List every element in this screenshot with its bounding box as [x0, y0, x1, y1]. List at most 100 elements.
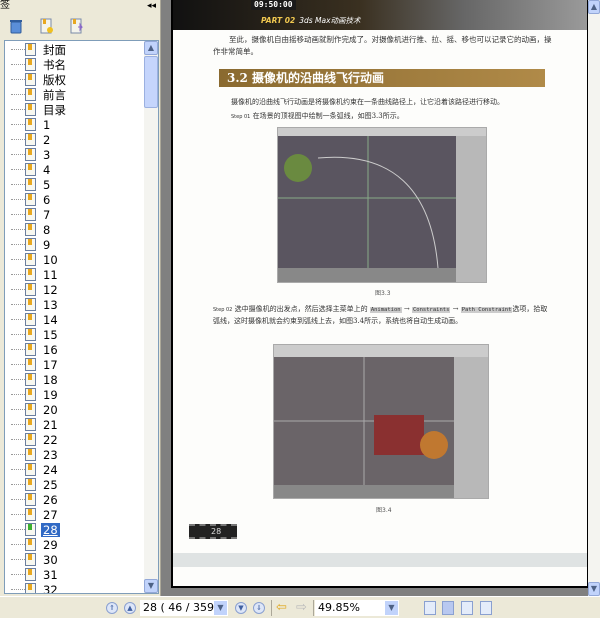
bookmark-item[interactable]: 31: [5, 567, 60, 582]
bookmark-item[interactable]: 14: [5, 312, 60, 327]
bookmark-item[interactable]: 前言: [5, 87, 68, 102]
bookmark-item[interactable]: 9: [5, 237, 52, 252]
thumbnail-view-icon[interactable]: [461, 601, 473, 615]
tree-line: [11, 559, 25, 560]
tree-scrollbar[interactable]: ▲ ▼: [144, 41, 158, 593]
tree-line: [11, 214, 25, 215]
bookmark-item[interactable]: 19: [5, 387, 60, 402]
tree-line: [11, 139, 25, 140]
bookmark-item[interactable]: 22: [5, 432, 60, 447]
paragraph-1: 至此，摄像机自由摇移动画就制作完成了。对摄像机进行推、拉、摇、移也可以记录它的动…: [213, 35, 552, 56]
bookmark-item[interactable]: 目录: [5, 102, 68, 117]
bookmark-item[interactable]: 25: [5, 477, 60, 492]
bookmark-item[interactable]: 30: [5, 552, 60, 567]
page-dropdown-button[interactable]: ▼: [214, 601, 227, 615]
scroll-down-button[interactable]: ▼: [144, 579, 158, 593]
forward-arrow-icon[interactable]: ⇨: [296, 600, 307, 615]
tree-line: [11, 364, 25, 365]
bookmark-item[interactable]: 7: [5, 207, 52, 222]
bookmark-item[interactable]: 8: [5, 222, 52, 237]
bookmark-item[interactable]: 版权: [5, 72, 68, 87]
bookmark-label: 16: [43, 342, 58, 357]
tree-line: [11, 574, 25, 575]
delete-bookmark-icon[interactable]: [8, 18, 24, 34]
tree-line: [11, 169, 25, 170]
collapse-panel-icon[interactable]: ◂◂: [147, 0, 156, 12]
tree-line: [11, 274, 25, 275]
single-page-view-icon[interactable]: [424, 601, 436, 615]
bookmark-item[interactable]: 4: [5, 162, 52, 177]
bookmark-label: 24: [43, 462, 58, 477]
bookmark-label: 31: [43, 567, 58, 582]
tree-line: [11, 199, 25, 200]
bookmark-item[interactable]: 24: [5, 462, 60, 477]
scroll-up-button[interactable]: ▲: [144, 41, 158, 55]
bookmark-item[interactable]: 29: [5, 537, 60, 552]
last-page-button[interactable]: ⇓: [253, 602, 265, 614]
zoom-input[interactable]: 49.85% ▼: [315, 600, 399, 616]
bookmark-item[interactable]: 封面: [5, 42, 68, 57]
tree-line: [11, 154, 25, 155]
bookmark-item[interactable]: 23: [5, 447, 60, 462]
facing-pages-view-icon[interactable]: [480, 601, 492, 615]
bookmark-label: 28: [41, 522, 60, 537]
doc-scroll-up-button[interactable]: ▲: [588, 0, 600, 14]
bookmark-item[interactable]: 2: [5, 132, 52, 147]
keyword-constraints: Constraints: [411, 307, 451, 313]
tree-line: [11, 64, 25, 65]
bookmark-icon: [25, 283, 36, 296]
page-banner: 09:50:00 PART 02 3ds Max动画技术: [173, 0, 587, 30]
bookmark-item[interactable]: 26: [5, 492, 60, 507]
bookmark-item[interactable]: 11: [5, 267, 60, 282]
keyword-animation: Animation: [369, 307, 402, 313]
bookmark-item[interactable]: 17: [5, 357, 60, 372]
banner-time: 09:50:00: [251, 0, 296, 10]
bookmark-icon: [25, 523, 36, 536]
bookmark-item[interactable]: 16: [5, 342, 60, 357]
page-number-input[interactable]: 28 ( 46 / 359 ) ▼: [140, 600, 228, 616]
bookmark-icon: [25, 418, 36, 431]
bookmark-label: 20: [43, 402, 58, 417]
bookmark-item[interactable]: 18: [5, 372, 60, 387]
bookmark-item[interactable]: 10: [5, 252, 60, 267]
doc-scroll-down-button[interactable]: ▼: [588, 582, 600, 596]
bookmark-item[interactable]: 27: [5, 507, 60, 522]
bookmark-item[interactable]: 21: [5, 417, 60, 432]
bookmark-item[interactable]: 5: [5, 177, 52, 192]
bookmark-icon: [25, 298, 36, 311]
back-arrow-icon[interactable]: ⇦: [276, 600, 287, 615]
move-bookmark-icon[interactable]: [68, 18, 84, 34]
document-scrollbar[interactable]: ▲ ▼: [588, 0, 600, 596]
bookmark-item[interactable]: 15: [5, 327, 60, 342]
previous-page-button[interactable]: ▲: [124, 602, 136, 614]
bookmark-icon: [25, 268, 36, 281]
separator: [271, 600, 272, 616]
first-page-button[interactable]: ⇑: [106, 602, 118, 614]
tree-line: [11, 454, 25, 455]
bookmark-item[interactable]: 6: [5, 192, 52, 207]
tree-line: [11, 229, 25, 230]
bookmark-icon: [25, 103, 36, 116]
tree-line: [11, 529, 25, 530]
bookmark-item[interactable]: 32: [5, 582, 60, 594]
zoom-dropdown-button[interactable]: ▼: [385, 601, 398, 615]
bookmarks-panel: 签 ◂◂ 封面 书名 版权 前言 目录 1 2 3 4 5 6 7 8 9 10 11 12 13 14 15 16 17…: [0, 0, 161, 596]
tree-line: [11, 589, 25, 590]
scroll-thumb[interactable]: [144, 56, 158, 108]
bookmark-item[interactable]: 13: [5, 297, 60, 312]
continuous-view-icon[interactable]: [442, 601, 454, 615]
bookmark-item[interactable]: 20: [5, 402, 60, 417]
bookmark-icon: [25, 553, 36, 566]
tree-line: [11, 424, 25, 425]
bookmark-icon: [25, 253, 36, 266]
bookmark-item[interactable]: 28: [5, 522, 60, 537]
bookmark-item[interactable]: 1: [5, 117, 52, 132]
bookmark-label: 32: [43, 582, 58, 594]
add-bookmark-icon[interactable]: [38, 18, 54, 34]
bookmark-icon: [25, 163, 36, 176]
bookmark-item[interactable]: 12: [5, 282, 60, 297]
next-page-button[interactable]: ▼: [235, 602, 247, 614]
bookmark-item[interactable]: 3: [5, 147, 52, 162]
bookmark-item[interactable]: 书名: [5, 57, 68, 72]
bookmark-label: 14: [43, 312, 58, 327]
